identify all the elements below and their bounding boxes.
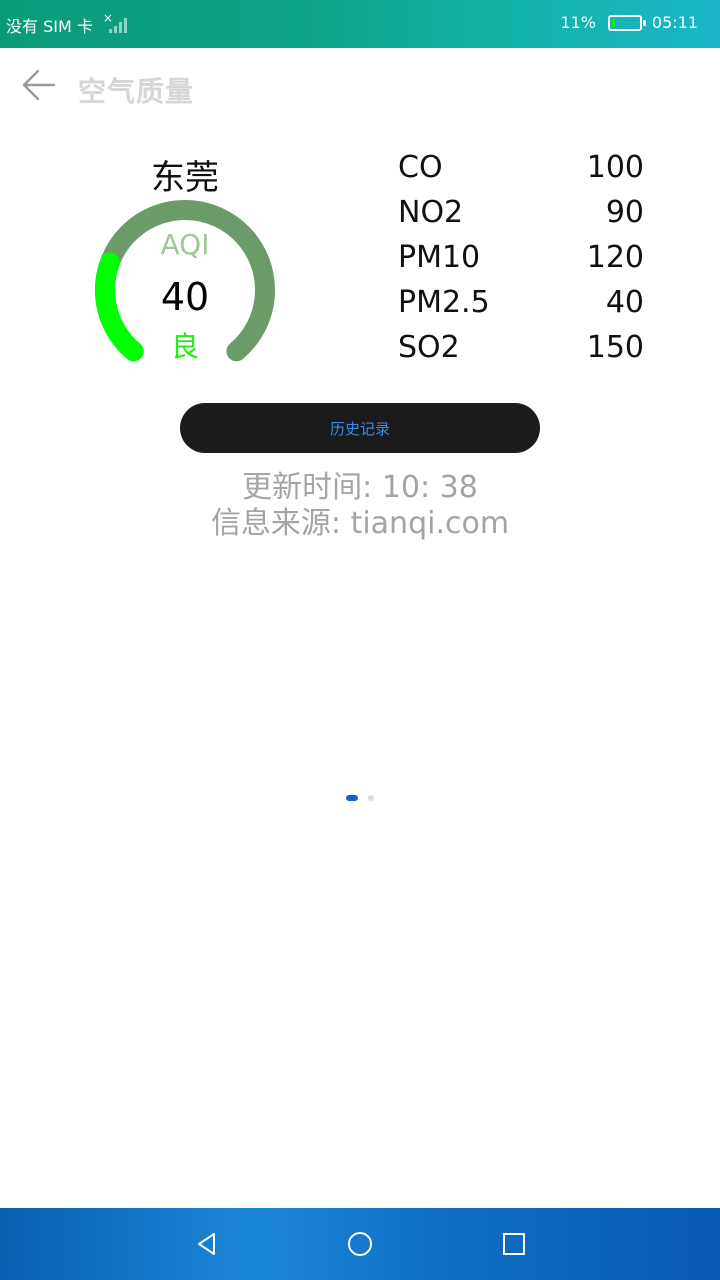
pollutant-name: NO2 xyxy=(398,195,464,230)
pollutant-value: 100 xyxy=(586,150,644,185)
pollutant-name: PM10 xyxy=(398,240,481,275)
pollutant-list: CO 100 NO2 90 PM10 120 PM2.5 40 SO2 150 xyxy=(398,148,644,373)
clock: 05:11 xyxy=(651,13,698,32)
back-triangle-icon[interactable] xyxy=(193,1230,221,1258)
pollutant-value: 90 xyxy=(605,195,644,230)
home-circle-icon[interactable] xyxy=(346,1230,374,1258)
aqi-label: AQI xyxy=(160,228,210,261)
carrier-text: 没有 SIM 卡 xyxy=(6,17,93,36)
history-button[interactable]: 历史记录 xyxy=(180,403,540,453)
pollutant-row-co: CO 100 xyxy=(398,148,644,193)
page-title: 空气质量 xyxy=(78,75,195,108)
page-dot-active[interactable] xyxy=(346,795,358,801)
status-right: 11% 05:11 xyxy=(560,13,698,32)
status-bar: 没有 SIM 卡 × 11% 05:11 xyxy=(0,0,720,48)
app-header: 空气质量 xyxy=(0,48,720,128)
city-name: 东莞 xyxy=(151,158,219,198)
pollutant-name: CO xyxy=(398,150,443,185)
status-left: 没有 SIM 卡 × xyxy=(6,11,129,37)
pollutant-value: 40 xyxy=(605,285,644,320)
battery-fill xyxy=(611,18,615,27)
back-arrow-icon[interactable] xyxy=(22,68,56,102)
aqi-level: 良 xyxy=(170,330,199,363)
pollutant-row-pm10: PM10 120 xyxy=(398,238,644,283)
aqi-value: 40 xyxy=(160,275,210,319)
page-indicator xyxy=(346,795,374,801)
system-nav-bar xyxy=(0,1208,720,1280)
pollutant-row-pm25: PM2.5 40 xyxy=(398,283,644,328)
pollutant-row-so2: SO2 150 xyxy=(398,328,644,373)
battery-icon xyxy=(607,14,646,31)
pollutant-row-no2: NO2 90 xyxy=(398,193,644,238)
pollutant-name: SO2 xyxy=(398,330,460,365)
no-signal-icon: × xyxy=(103,11,129,35)
pollutant-value: 150 xyxy=(586,330,644,365)
info-source: 信息来源: tianqi.com xyxy=(210,506,510,541)
battery-percent: 11% xyxy=(560,13,596,32)
pollutant-value: 120 xyxy=(586,240,644,275)
page-dot[interactable] xyxy=(368,795,374,801)
recents-square-icon[interactable] xyxy=(500,1230,528,1258)
pollutant-name: PM2.5 xyxy=(398,285,490,320)
